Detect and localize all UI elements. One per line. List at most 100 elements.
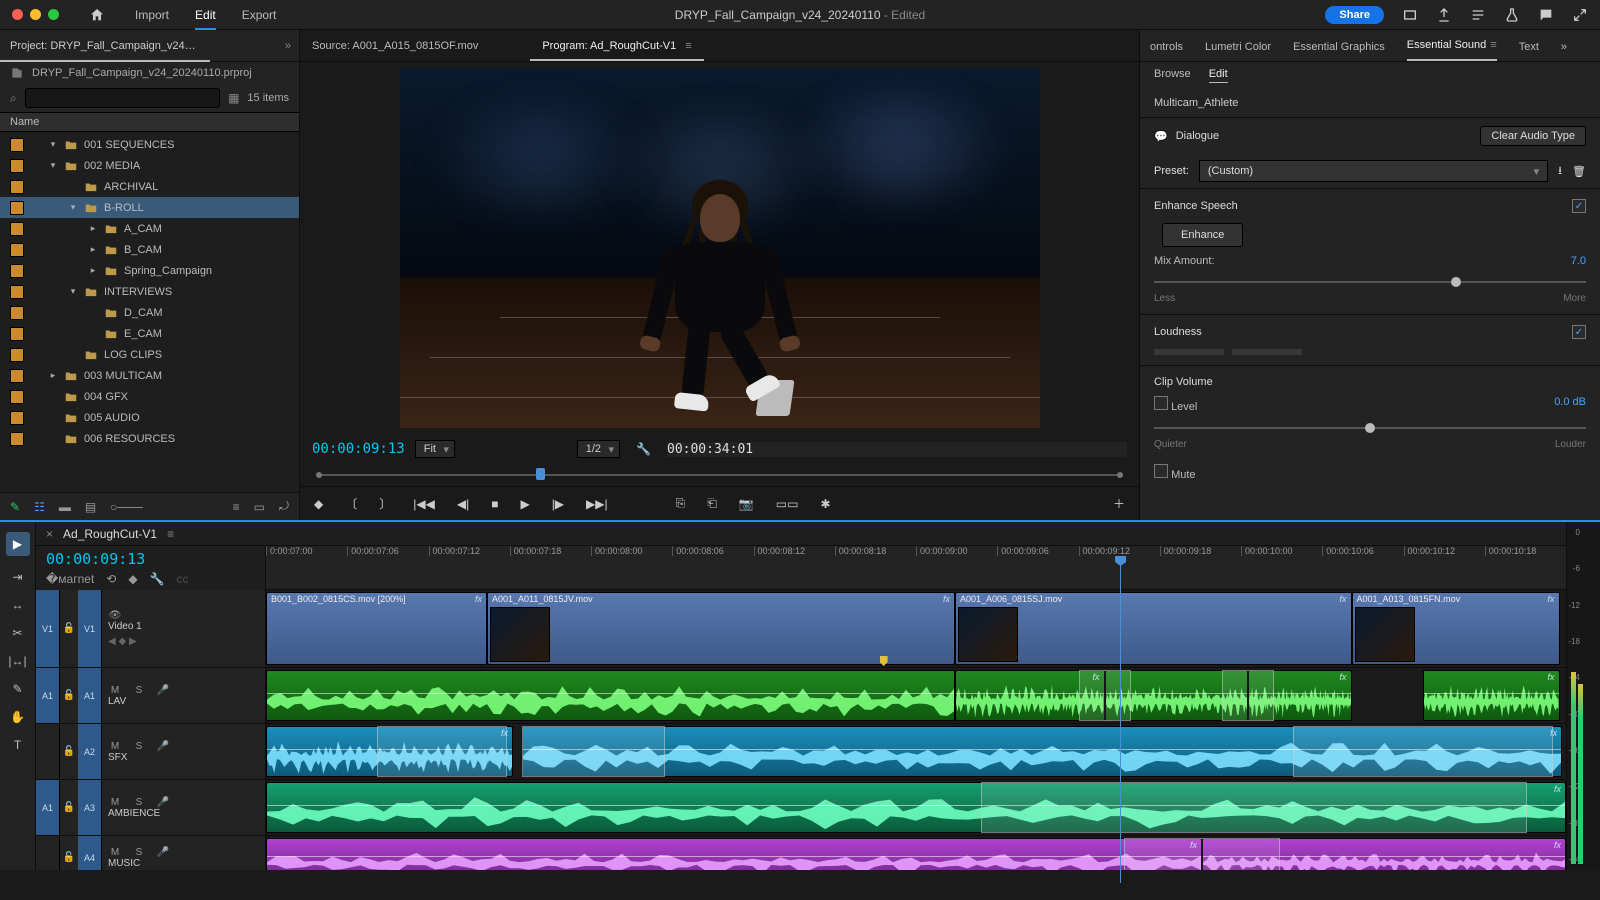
bin-row[interactable]: LOG CLIPS [0,344,299,365]
program-tab[interactable]: Program: Ad_RoughCut-V1 ≡ [530,30,703,61]
quick-export-icon[interactable] [1470,7,1486,23]
export-icon[interactable] [1436,7,1452,23]
tab-text[interactable]: Text [1519,41,1539,61]
mix-amount-slider[interactable] [1154,275,1586,289]
lock-icon[interactable]: 🔓 [60,623,78,634]
mark-in-bracket-icon[interactable]: 〔 [345,495,357,512]
loudness-checkbox[interactable]: ✓ [1572,325,1586,339]
mute-button[interactable]: M [108,847,122,858]
es-edit-tab[interactable]: Edit [1209,68,1228,83]
maximize-panel-icon[interactable] [1572,7,1588,23]
play-icon[interactable]: ▶ [520,497,529,511]
share-button[interactable]: Share [1325,6,1384,24]
level-value[interactable]: 0.0 dB [1554,396,1586,413]
dialogue-tag-button[interactable]: 💬 Dialogue [1154,130,1219,143]
selection-tool-icon[interactable]: ▶ [6,532,30,556]
timeline-settings-icon[interactable]: 🔧 [150,572,165,586]
caption-track-icon[interactable]: cc [177,572,189,586]
freeform-view-icon[interactable]: ▤ [85,500,96,514]
clip[interactable] [266,670,955,721]
bin-row[interactable]: ▸Spring_Campaign [0,260,299,281]
solo-button[interactable]: S [132,797,146,808]
enhance-checkbox[interactable]: ✓ [1572,199,1586,213]
clip[interactable]: A001_A013_0815FN.movfx [1352,592,1560,665]
resolution-dropdown[interactable]: 1/2 [577,440,620,458]
clip[interactable]: B001_B002_0815CS.mov [200%]fx [266,592,487,665]
new-bin-icon[interactable]: ▦ [228,91,239,105]
tab-effect-controls[interactable]: ontrols [1150,41,1183,61]
close-window-button[interactable] [12,9,23,20]
target-patch[interactable]: A2 [78,724,102,779]
button-editor-icon[interactable]: ＋ [1113,495,1139,512]
automate-icon[interactable]: ▭ [254,500,265,514]
hand-tool-icon[interactable]: ✋ [10,710,25,724]
slip-tool-icon[interactable]: |↔| [8,654,26,668]
lock-icon[interactable]: 🔓 [60,690,78,701]
zoom-slider-icon[interactable]: ○─── [110,500,143,514]
lift-icon[interactable]: ⎘ [676,496,686,511]
preset-save-icon[interactable]: ⭳ [1558,162,1562,181]
proxy-toggle-icon[interactable]: ✱ [820,497,830,511]
tab-edit[interactable]: Edit [195,8,216,30]
icon-view-icon[interactable]: ▬ [59,500,71,514]
preset-dropdown[interactable]: (Custom) [1199,160,1548,182]
es-browse-tab[interactable]: Browse [1154,68,1191,83]
mark-out-bracket-icon[interactable]: 〕 [379,495,391,512]
project-column-header[interactable]: Name [0,112,299,132]
bin-row[interactable]: E_CAM [0,323,299,344]
find-icon[interactable]: ⤾ [279,499,289,514]
bin-row[interactable]: ▸B_CAM [0,239,299,260]
solo-button[interactable]: S [132,685,146,696]
bin-row[interactable]: 005 AUDIO [0,407,299,428]
preset-delete-icon[interactable]: 🗑 [1572,165,1586,178]
sort-icon[interactable]: ≡ [233,500,240,514]
project-tabs-overflow-icon[interactable]: » [277,40,299,52]
sequence-name[interactable]: Ad_RoughCut-V1 [63,527,157,541]
level-checkbox[interactable] [1154,396,1168,410]
minimize-window-button[interactable] [30,9,41,20]
mute-button[interactable]: M [108,741,122,752]
bin-row[interactable]: ▾INTERVIEWS [0,281,299,302]
mark-in-icon[interactable]: ◆ [314,497,323,511]
program-timecode[interactable]: 00:00:09:13 [312,441,405,457]
bin-row[interactable]: 006 RESOURCES [0,428,299,449]
time-ruler[interactable]: 0:00:07:0000:00:07:0600:00:07:1200:00:07… [266,546,1566,590]
target-patch[interactable]: V1 [78,590,102,667]
step-fwd-icon[interactable]: |▶ [552,497,564,511]
comparison-view-icon[interactable]: ▭▭ [776,497,799,511]
tab-essential-graphics[interactable]: Essential Graphics [1293,41,1385,61]
track-header[interactable]: V1 🔓 V1 👁 Video 1◀ ◆ ▶ [36,590,265,668]
crossfade[interactable] [1293,726,1553,777]
es-tab-menu-icon[interactable]: ≡ [1490,39,1496,51]
tab-export[interactable]: Export [242,8,277,22]
crossfade[interactable] [377,726,507,777]
target-patch[interactable]: A3 [78,780,102,835]
lock-icon[interactable]: 🔓 [60,802,78,813]
bin-row[interactable]: D_CAM [0,302,299,323]
timeline-close-icon[interactable]: × [46,527,53,541]
tab-import[interactable]: Import [135,8,169,22]
source-patch[interactable]: A1 [36,668,60,723]
play-stop-icon[interactable]: ■ [491,497,498,511]
bin-row[interactable]: ▸003 MULTICAM [0,365,299,386]
go-to-out-icon[interactable]: ▶▶| [586,497,608,511]
project-search-input[interactable] [25,88,220,108]
track-header[interactable]: 🔓 A2 MS🎤 SFX [36,724,265,780]
source-patch[interactable] [36,836,60,870]
pen-tool-icon[interactable]: ✎ [12,682,22,696]
timeline-menu-icon[interactable]: ≡ [167,527,174,541]
linked-selection-icon[interactable]: ⟲ [106,572,116,586]
level-slider[interactable] [1154,421,1586,435]
snap-icon[interactable]: �магnet [46,572,94,586]
right-tabs-overflow-icon[interactable]: » [1561,41,1567,61]
marker-add-icon[interactable]: ◆ [128,572,137,586]
razor-tool-icon[interactable]: ✂ [12,626,22,640]
fit-dropdown[interactable]: Fit [415,440,455,458]
clip[interactable]: fx [1423,670,1560,721]
clip[interactable]: A001_A011_0815JV.movfx [487,592,955,665]
type-tool-icon[interactable]: T [14,738,21,752]
track-header[interactable]: A1 🔓 A3 MS🎤 AMBIENCE [36,780,265,836]
bin-row[interactable]: ▾001 SEQUENCES [0,134,299,155]
chat-icon[interactable] [1538,7,1554,23]
step-back-icon[interactable]: ◀| [457,497,469,511]
